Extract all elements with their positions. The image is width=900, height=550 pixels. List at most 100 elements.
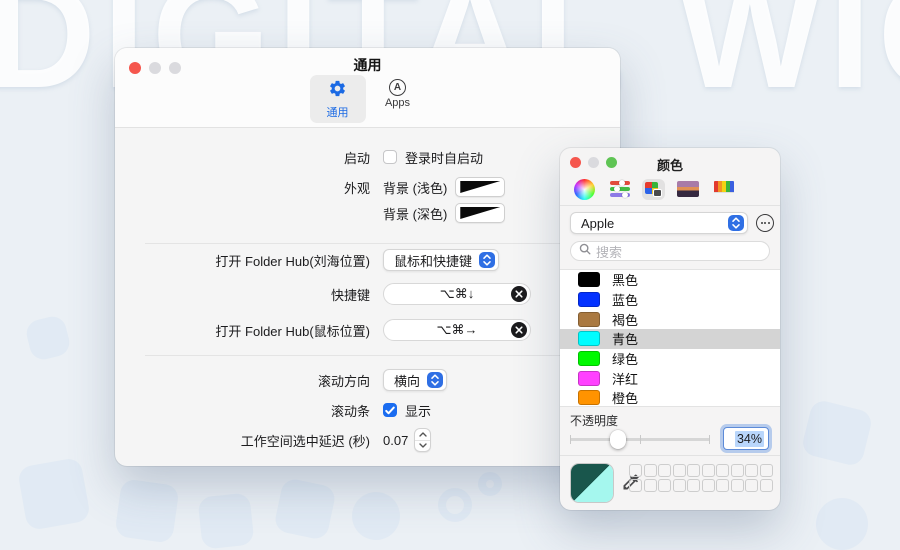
color-list-item[interactable]: 绿色	[560, 349, 780, 369]
background-dark-swatch-button[interactable]	[455, 203, 505, 223]
scrollbar-row: 滚动条 显示	[115, 398, 620, 422]
opacity-label: 不透明度	[570, 412, 618, 429]
scroll-direction-dropdown[interactable]: 横向	[383, 369, 447, 391]
workspace-delay-value: 0.07	[383, 433, 408, 448]
stepper-down-icon[interactable]	[415, 441, 430, 452]
mouse-hotkey-field[interactable]: ⌥⌘→	[383, 319, 531, 341]
swatch-slot[interactable]	[731, 464, 744, 477]
launch-at-login-checkbox[interactable]	[383, 150, 397, 164]
workspace-delay-stepper[interactable]	[414, 428, 431, 452]
colors-panel-window: 颜色 Apple 搜索	[560, 148, 780, 510]
color-wheel-icon	[574, 179, 595, 200]
swatch-slot[interactable]	[716, 479, 729, 492]
color-list-item[interactable]: 青色	[560, 329, 780, 349]
startup-row: 启动 登录时自启动	[115, 145, 620, 169]
notch-trigger-dropdown[interactable]: 鼠标和快捷键	[383, 249, 499, 271]
opacity-slider-knob[interactable]	[610, 430, 626, 449]
scroll-direction-value: 横向	[394, 371, 420, 390]
swatch-slot[interactable]	[745, 464, 758, 477]
palette-list-value: Apple	[581, 216, 721, 231]
hotkey-field[interactable]: ⌥⌘↓	[383, 283, 531, 305]
tab-general-label: 通用	[327, 104, 349, 120]
swatch-slot[interactable]	[673, 464, 686, 477]
color-swatch	[578, 390, 600, 405]
divider	[145, 355, 620, 356]
swatch-slot[interactable]	[745, 479, 758, 492]
swatch-slot[interactable]	[702, 479, 715, 492]
divider	[145, 243, 620, 244]
gradient-wedge-icon	[460, 207, 500, 219]
color-list-item[interactable]: 橙色	[560, 388, 780, 407]
divider	[560, 205, 780, 206]
background-light-label: 背景 (浅色)	[383, 178, 447, 197]
gear-icon	[328, 79, 347, 103]
swatch-slot[interactable]	[760, 464, 773, 477]
pencils-tab[interactable]	[711, 178, 737, 200]
swatch-slot[interactable]	[673, 479, 686, 492]
background-app-icon	[17, 457, 91, 531]
open-folder-hub-mouse-row: 打开 Folder Hub(鼠标位置) ⌥⌘→	[115, 318, 620, 342]
color-name: 褐色	[612, 310, 638, 329]
color-list-item[interactable]: 洋红	[560, 368, 780, 388]
palette-options-button[interactable]	[756, 214, 774, 232]
background-app-icon	[352, 492, 400, 540]
color-wheel-tab[interactable]	[571, 176, 598, 203]
appearance-label: 外观	[115, 178, 370, 197]
show-scrollbar-label: 显示	[405, 401, 431, 420]
color-name: 橙色	[612, 388, 638, 407]
pencils-icon	[714, 181, 734, 197]
tab-apps-label: Apps	[385, 97, 410, 109]
image-palettes-tab[interactable]	[674, 178, 702, 200]
workspace-delay-row: 工作空间选中延迟 (秒) 0.07	[115, 428, 620, 452]
chevron-up-down-icon	[728, 215, 744, 231]
swatch-slot[interactable]	[658, 464, 671, 477]
search-placeholder: 搜索	[596, 242, 622, 261]
current-color-well[interactable]	[570, 463, 614, 503]
swatch-slot[interactable]	[702, 464, 715, 477]
swatch-slot[interactable]	[644, 464, 657, 477]
opacity-value-field[interactable]: 34%	[723, 427, 769, 450]
swatch-slot[interactable]	[687, 479, 700, 492]
palette-list-dropdown[interactable]: Apple	[570, 212, 748, 234]
color-sliders-tab[interactable]	[607, 178, 633, 200]
color-name: 青色	[612, 329, 638, 348]
open-folder-hub-mouse-label: 打开 Folder Hub(鼠标位置)	[115, 321, 370, 340]
color-list-item[interactable]: 褐色	[560, 309, 780, 329]
color-palettes-icon	[645, 182, 662, 197]
swatch-slot[interactable]	[716, 464, 729, 477]
swatch-slot[interactable]	[760, 479, 773, 492]
open-folder-hub-notch-label: 打开 Folder Hub(刘海位置)	[115, 251, 370, 270]
background-gear-icon	[438, 488, 472, 522]
gradient-wedge-icon	[460, 181, 500, 193]
swatch-slot[interactable]	[687, 464, 700, 477]
swatch-slot[interactable]	[629, 479, 642, 492]
color-search-field[interactable]: 搜索	[570, 241, 770, 261]
clear-mouse-hotkey-button[interactable]	[511, 322, 527, 338]
color-name: 洋红	[612, 369, 638, 388]
clear-hotkey-button[interactable]	[511, 286, 527, 302]
color-list-item[interactable]: 蓝色	[560, 290, 780, 310]
swatch-slot[interactable]	[644, 479, 657, 492]
search-icon	[579, 242, 591, 260]
mouse-hotkey-value: ⌥⌘→	[437, 322, 478, 338]
image-palettes-icon	[677, 181, 699, 197]
swatch-slot[interactable]	[731, 479, 744, 492]
background-app-icon	[816, 498, 868, 550]
tab-apps[interactable]: A Apps	[370, 75, 426, 123]
chevron-up-down-icon	[427, 372, 443, 388]
color-palettes-tab[interactable]	[642, 179, 665, 200]
notch-trigger-value: 鼠标和快捷键	[394, 251, 472, 270]
color-list-item[interactable]: 黑色	[560, 270, 780, 290]
color-swatch	[578, 312, 600, 327]
swatch-slot[interactable]	[658, 479, 671, 492]
show-scrollbar-checkbox[interactable]	[383, 403, 397, 417]
background-light-swatch-button[interactable]	[455, 177, 505, 197]
opacity-slider[interactable]	[570, 429, 710, 449]
color-swatch	[578, 292, 600, 307]
stepper-up-icon[interactable]	[415, 429, 430, 440]
background-app-icon	[273, 477, 337, 541]
color-name: 绿色	[612, 349, 638, 368]
background-app-icon	[800, 398, 874, 467]
swatch-slot[interactable]	[629, 464, 642, 477]
tab-general[interactable]: 通用	[310, 75, 366, 123]
